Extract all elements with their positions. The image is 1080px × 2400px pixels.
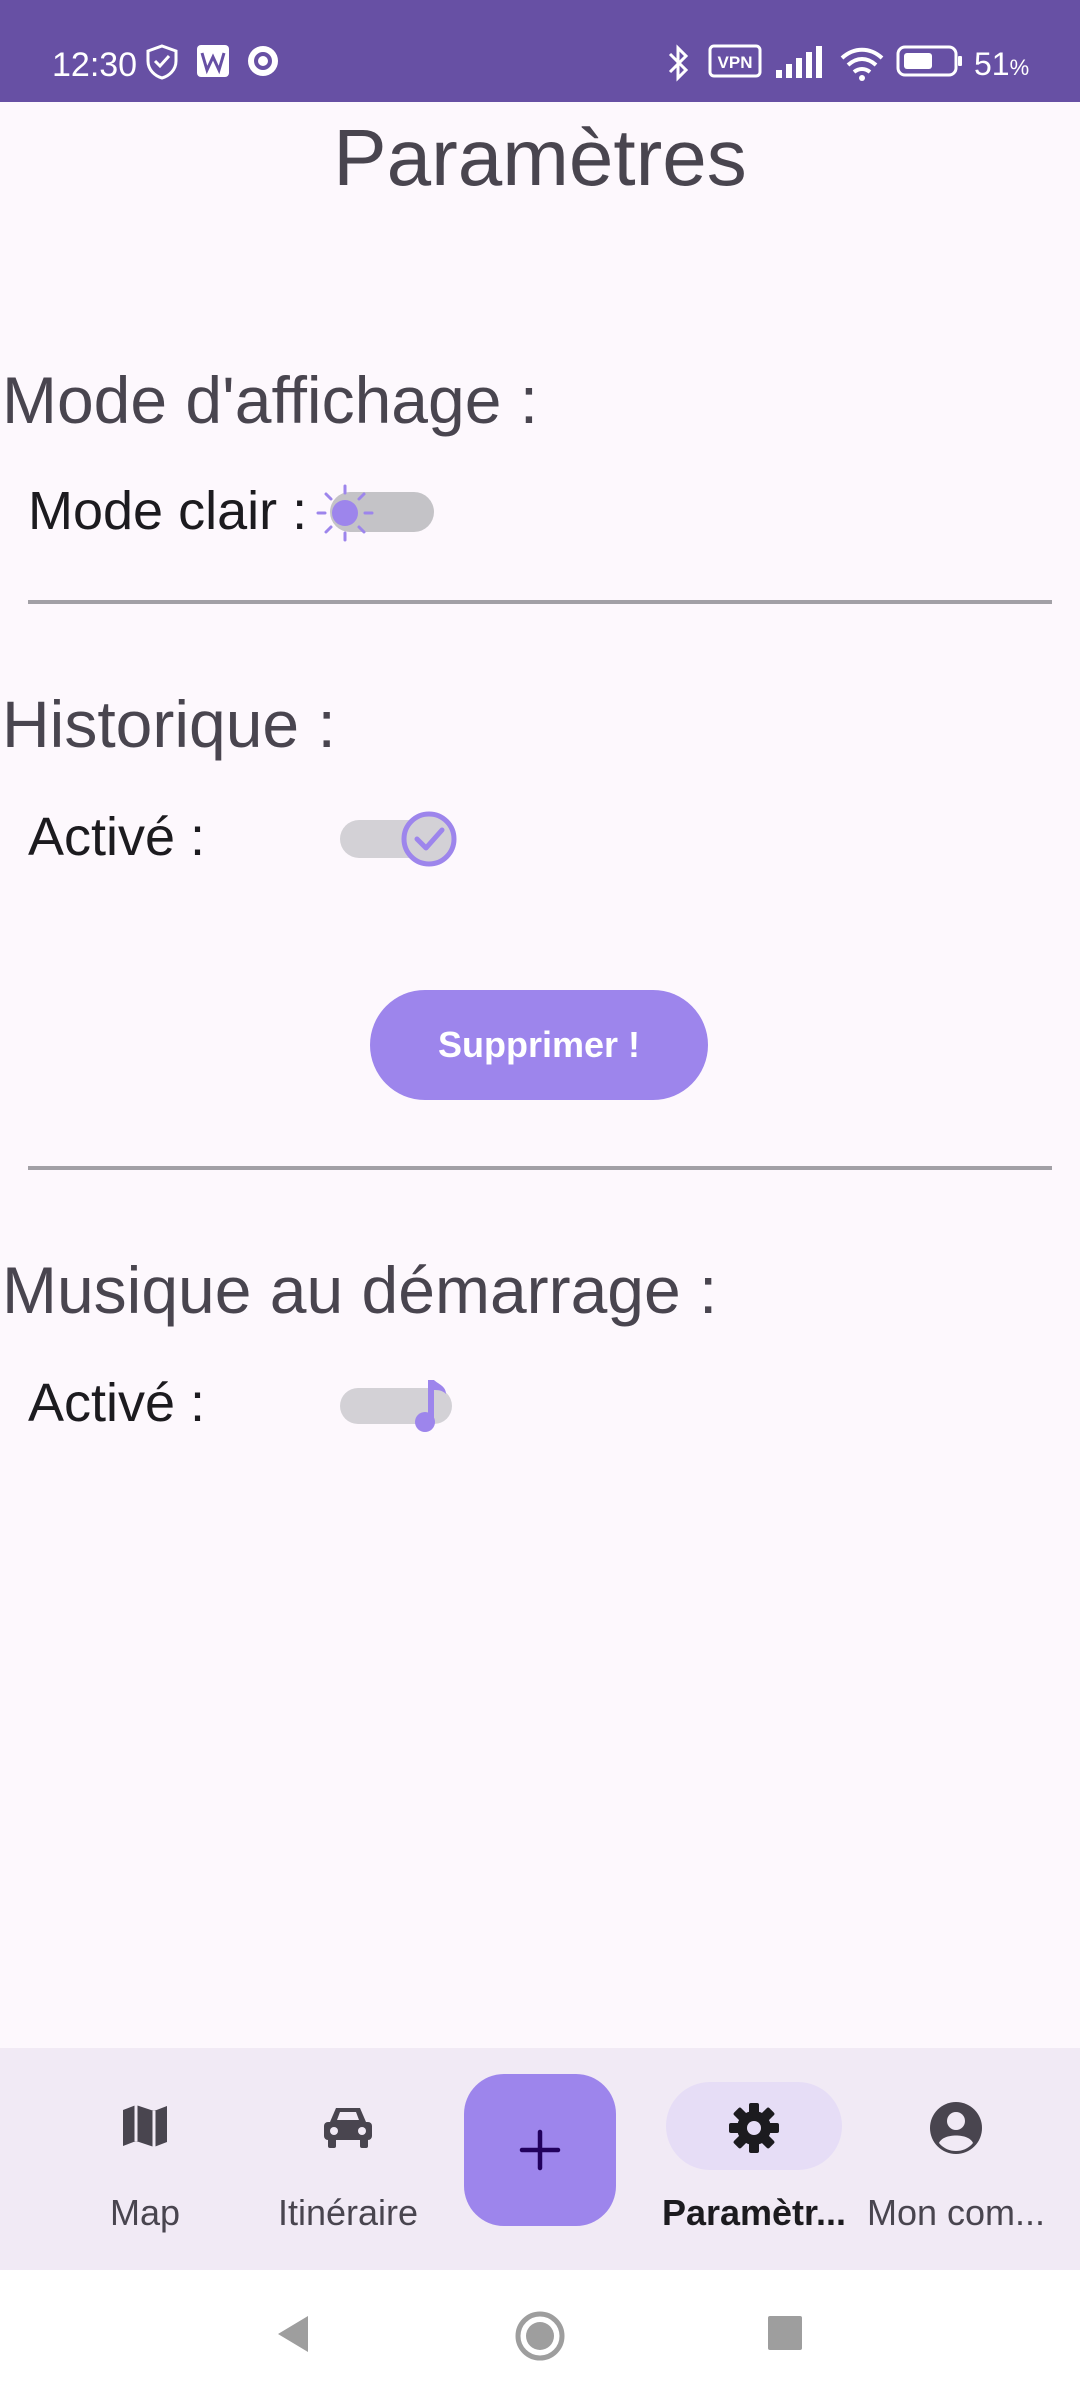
display-mode-title: Mode d'affichage :: [2, 363, 539, 437]
nav-label-settings: Paramètr...: [661, 2192, 847, 2233]
battery-icon: [896, 45, 962, 77]
svg-text:VPN: VPN: [718, 53, 753, 72]
history-title: Historique :: [2, 687, 336, 761]
w-app-icon: [197, 45, 229, 77]
divider: [28, 1166, 1052, 1170]
check-icon: [401, 811, 457, 867]
music-enabled-label: Activé :: [28, 1373, 206, 1433]
music-title: Musique au démarrage :: [2, 1253, 718, 1327]
status-bar: 12:30 VPN 51%: [0, 0, 1080, 102]
back-icon[interactable]: [270, 2310, 314, 2358]
nav-label-itinerary: Itinéraire: [277, 2192, 419, 2233]
signal-icon: [776, 46, 822, 78]
nav-label-account: Mon com...: [866, 2192, 1046, 2233]
delete-history-button[interactable]: Supprimer !: [370, 990, 708, 1100]
nav-item-account[interactable]: Mon com...: [858, 2048, 1054, 2270]
recents-icon[interactable]: [766, 2314, 804, 2352]
music-switch[interactable]: [340, 1374, 460, 1436]
gear-icon: [729, 2103, 779, 2153]
page-title: Paramètres: [333, 113, 747, 202]
nav-item-itinerary[interactable]: Itinéraire: [258, 2048, 438, 2270]
wifi-icon: [840, 47, 884, 81]
car-icon: [324, 2108, 372, 2148]
map-icon: [123, 2105, 167, 2147]
system-navigation-bar: [0, 2270, 1080, 2400]
light-mode-switch[interactable]: [310, 478, 434, 548]
bluetooth-icon: [668, 44, 689, 82]
add-button[interactable]: [464, 2074, 616, 2226]
battery-percentage: 51%: [974, 46, 1030, 82]
status-time: 12:30: [52, 46, 138, 84]
history-enabled-label: Activé :: [28, 807, 206, 867]
circle-app-icon: [248, 46, 278, 76]
nav-item-map[interactable]: Map: [72, 2048, 218, 2270]
sun-icon: [316, 484, 374, 542]
music-note-icon: [415, 1380, 446, 1432]
nav-label-map: Map: [109, 2192, 181, 2233]
home-icon[interactable]: [514, 2310, 566, 2362]
account-icon: [930, 2102, 982, 2154]
plus-icon: [519, 2129, 561, 2171]
divider: [28, 600, 1052, 604]
nav-item-settings[interactable]: Paramètr...: [646, 2048, 862, 2270]
shield-icon: [146, 44, 178, 80]
light-mode-label: Mode clair :: [28, 481, 308, 541]
vpn-icon: VPN: [708, 44, 762, 78]
history-switch[interactable]: [340, 808, 460, 868]
